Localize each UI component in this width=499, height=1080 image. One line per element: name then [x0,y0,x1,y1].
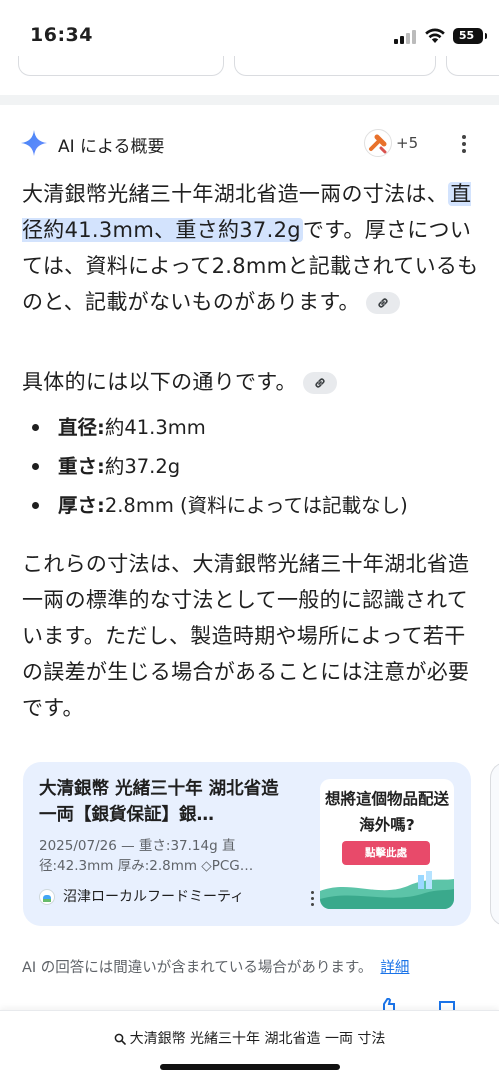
ai-overview-header: AI による概要 +5 [20,127,480,159]
more-options-icon[interactable] [456,131,472,157]
bottom-search-query[interactable]: 大清銀幣 光緒三十年 湖北省造 一両 寸法 [0,1028,499,1048]
card-more-options-icon[interactable] [307,889,317,907]
overview-paragraph-2: 具体的には以下の通りです。 [22,364,480,400]
source-thumbnail[interactable]: 想將這個物品配送 海外嗎? 點擊此處 [320,779,454,909]
list-item: 重さ:約37.2g [22,447,480,486]
chip-middle[interactable] [234,56,436,76]
top-chips-row [0,56,499,78]
source-site-name: 沼津ローカルフードミーティ [63,889,245,905]
home-indicator [160,1064,340,1070]
thumbnail-wave-graphic [320,871,454,909]
status-time: 16:34 [30,24,93,46]
source-card[interactable]: 大清銀幣 光緒三十年 湖北省造 一両【銀貨保証】銀… 2025/07/26 — … [23,762,471,926]
section-divider [0,95,499,105]
ai-disclaimer: AI の回答には間違いが含まれている場合があります。 詳細 [22,960,410,976]
source-card-site: 沼津ローカルフードミーティ [39,887,314,907]
battery-indicator: 55 [453,28,487,44]
status-bar: 16:34 55 [0,0,499,60]
overview-paragraph-1: 大清銀幣光緒三十年湖北省造一兩の寸法は、直径約41.3mm、重さ約37.2gです… [22,182,479,314]
search-icon [114,1033,126,1045]
sparkle-icon [21,130,47,156]
chip-left[interactable] [18,56,224,76]
citation-link-icon[interactable] [302,372,337,394]
source-card-title[interactable]: 大清銀幣 光緒三十年 湖北省造 一両【銀貨保証】銀… [39,776,301,828]
ai-overview-title: AI による概要 [58,137,165,157]
wifi-icon [425,28,445,43]
details-link[interactable]: 詳細 [380,960,409,976]
citation-link-icon[interactable] [365,292,400,314]
next-source-card[interactable] [490,762,499,926]
site-favicon-icon [39,889,55,905]
list-item: 厚さ:2.8mm (資料によっては記載なし) [22,486,480,525]
chip-right[interactable] [446,56,499,76]
cellular-signal-icon [394,28,416,44]
dimension-list: 直径:約41.3mm 重さ:約37.2g 厚さ:2.8mm (資料によっては記載… [22,408,480,525]
source-count[interactable]: +5 [396,134,418,152]
bottom-search-bar[interactable]: 大清銀幣 光緒三十年 湖北省造 一両 寸法 [0,1010,499,1080]
source-card-snippet: 2025/07/26 — 重さ:37.14g 直径:42.3mm 厚み:2.8m… [39,838,254,874]
overview-paragraph-3: これらの寸法は、大清銀幣光緒三十年湖北省造一兩の標準的な寸法として一般的に認識さ… [22,552,470,720]
list-item: 直径:約41.3mm [22,408,480,447]
source-avatar-icon[interactable] [364,129,392,157]
thumbnail-ad-button: 點擊此處 [342,841,430,865]
